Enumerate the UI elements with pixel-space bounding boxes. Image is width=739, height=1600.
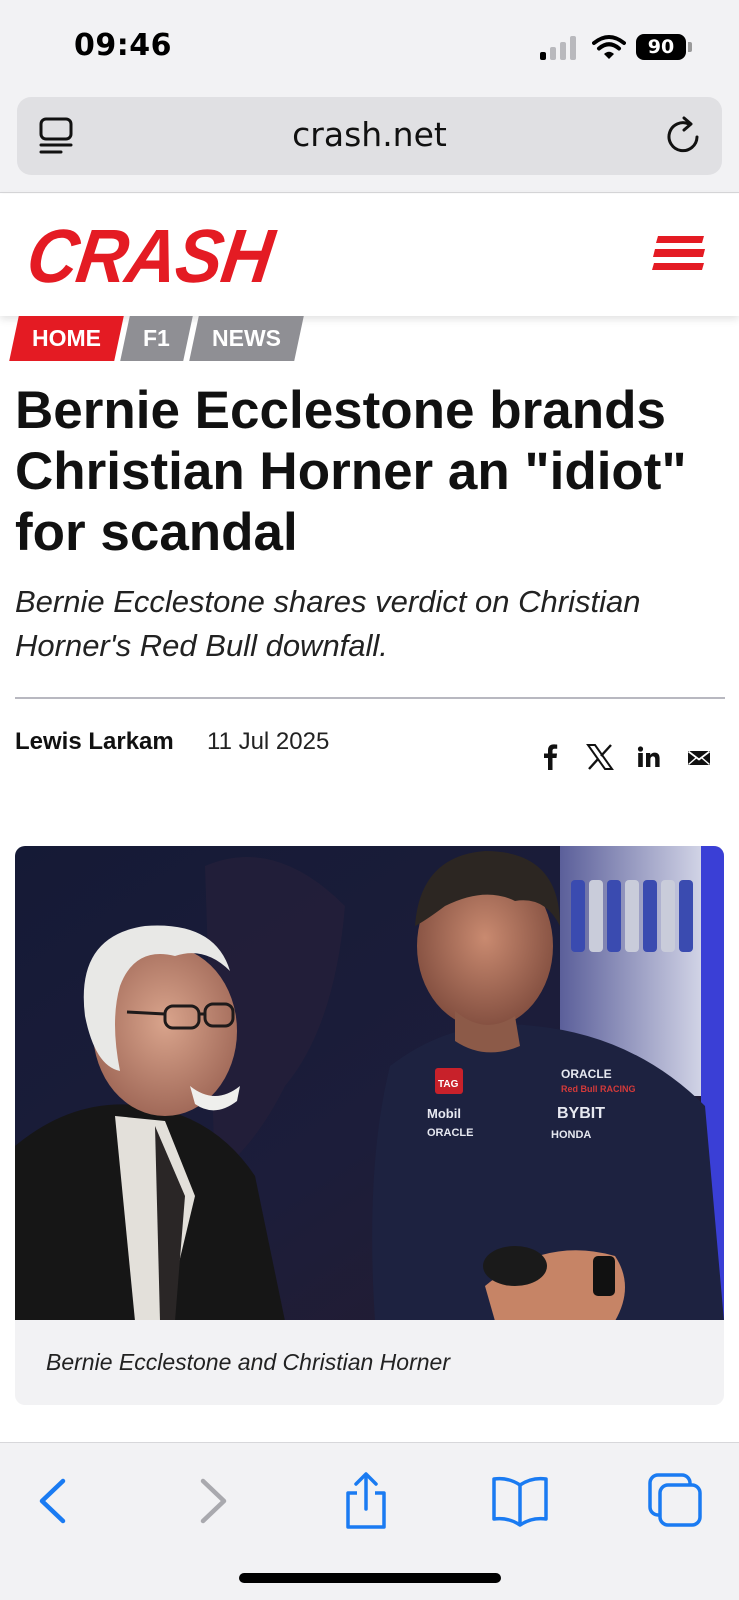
reload-icon[interactable] [664, 115, 704, 157]
battery-indicator: 90 [636, 34, 686, 60]
hero-photo: TAG Mobil ORACLE ORACLE Red Bull RACING … [15, 846, 724, 1321]
author-name[interactable]: Lewis Larkam [15, 728, 174, 756]
site-header: CRASH [0, 194, 739, 316]
wifi-icon [592, 35, 626, 59]
article-standfirst: Bernie Ecclestone shares verdict on Chri… [15, 584, 641, 663]
red-bull-racing-text: Red Bull RACING [561, 1084, 636, 1094]
breadcrumb-news[interactable]: NEWS [189, 316, 304, 361]
tabs-icon[interactable] [646, 1471, 706, 1531]
bookmarks-icon[interactable] [490, 1471, 550, 1531]
x-icon[interactable] [586, 742, 614, 772]
hamburger-menu-icon[interactable] [652, 232, 708, 274]
linkedin-icon[interactable] [637, 742, 661, 772]
article-title: Bernie Ecclestone brands Christian Horne… [15, 381, 687, 562]
forward-icon[interactable] [182, 1471, 242, 1531]
oracle-left-text: ORACLE [427, 1127, 473, 1139]
article-hero-image[interactable]: TAG Mobil ORACLE ORACLE Red Bull RACING … [15, 846, 724, 1321]
publish-date: 11 Jul 2025 [207, 728, 330, 755]
bybit-text: BYBIT [557, 1105, 605, 1122]
battery-tip [688, 42, 692, 52]
status-time: 09:46 [74, 28, 172, 63]
home-indicator[interactable] [239, 1573, 501, 1583]
honda-text: HONDA [551, 1129, 591, 1141]
breadcrumb-home[interactable]: HOME [9, 316, 124, 361]
cellular-signal-icon [540, 36, 578, 60]
share-icon[interactable] [336, 1471, 396, 1531]
divider [15, 697, 725, 699]
tag-heuer-text: TAG [438, 1079, 459, 1090]
browser-address-area: crash.net [0, 95, 739, 193]
oracle-right-text: ORACLE [561, 1067, 612, 1081]
breadcrumb-f1[interactable]: F1 [120, 316, 193, 361]
image-caption: Bernie Ecclestone and Christian Horner [46, 1349, 450, 1375]
caption-box: Bernie Ecclestone and Christian Horner [15, 1320, 724, 1405]
address-bar[interactable]: crash.net [17, 97, 722, 175]
email-icon[interactable] [687, 742, 711, 772]
status-bar: 09:46 90 [0, 0, 739, 95]
back-icon[interactable] [24, 1471, 84, 1531]
facebook-icon[interactable] [540, 742, 560, 772]
mobil-text: Mobil [427, 1106, 461, 1121]
breadcrumb: HOME F1 NEWS [9, 316, 305, 361]
url-text[interactable]: crash.net [17, 115, 722, 154]
crash-logo[interactable]: CRASH [22, 213, 278, 299]
